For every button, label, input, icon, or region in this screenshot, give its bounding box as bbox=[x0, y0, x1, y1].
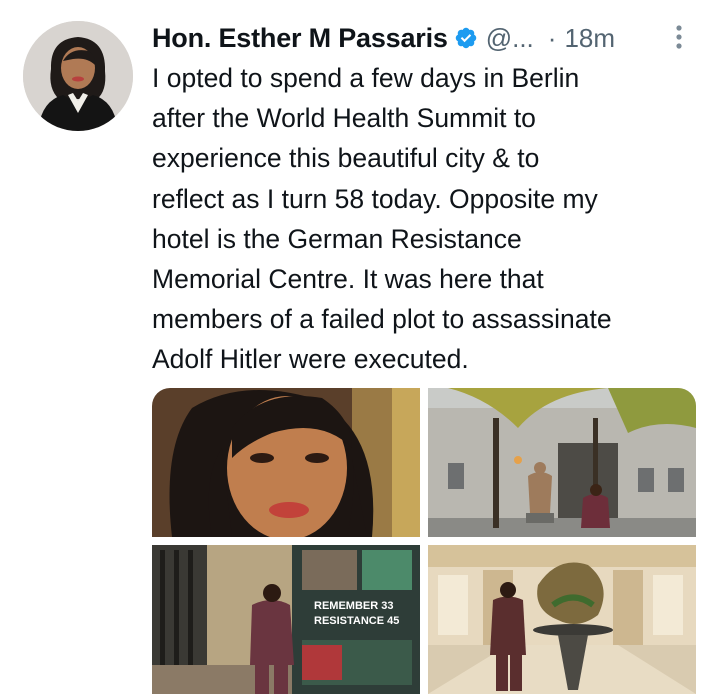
time-separator: · bbox=[547, 22, 557, 53]
memorial-courtyard-photo-icon bbox=[428, 388, 696, 537]
tweet-timestamp[interactable]: 18m bbox=[564, 23, 615, 54]
media-photo-2[interactable] bbox=[428, 388, 696, 537]
poster-line-1: REMEMBER 33 bbox=[314, 600, 393, 612]
media-photo-4[interactable] bbox=[428, 545, 696, 694]
tweet-text: I opted to spend a few days in Berlin af… bbox=[152, 63, 612, 375]
more-options-icon[interactable] bbox=[672, 22, 686, 52]
exhibition-poster-photo-icon: REMEMBER 33 RESISTANCE 45 bbox=[152, 545, 420, 694]
profile-photo-icon bbox=[23, 21, 133, 131]
poster-line-2: RESISTANCE 45 bbox=[314, 615, 399, 627]
verified-badge-icon bbox=[454, 26, 478, 50]
hotel-lobby-photo-icon bbox=[428, 545, 696, 694]
author-display-name[interactable]: Hon. Esther M Passaris bbox=[152, 23, 448, 54]
tweet-header: Hon. Esther M Passaris @... · 18m bbox=[152, 20, 692, 56]
media-photo-1[interactable] bbox=[152, 388, 420, 537]
media-grid: REMEMBER 33 RESISTANCE 45 bbox=[152, 388, 696, 694]
author-avatar[interactable] bbox=[23, 21, 133, 131]
selfie-photo-icon bbox=[152, 388, 420, 537]
author-handle[interactable]: @... bbox=[486, 23, 534, 54]
media-photo-3[interactable]: REMEMBER 33 RESISTANCE 45 bbox=[152, 545, 420, 694]
